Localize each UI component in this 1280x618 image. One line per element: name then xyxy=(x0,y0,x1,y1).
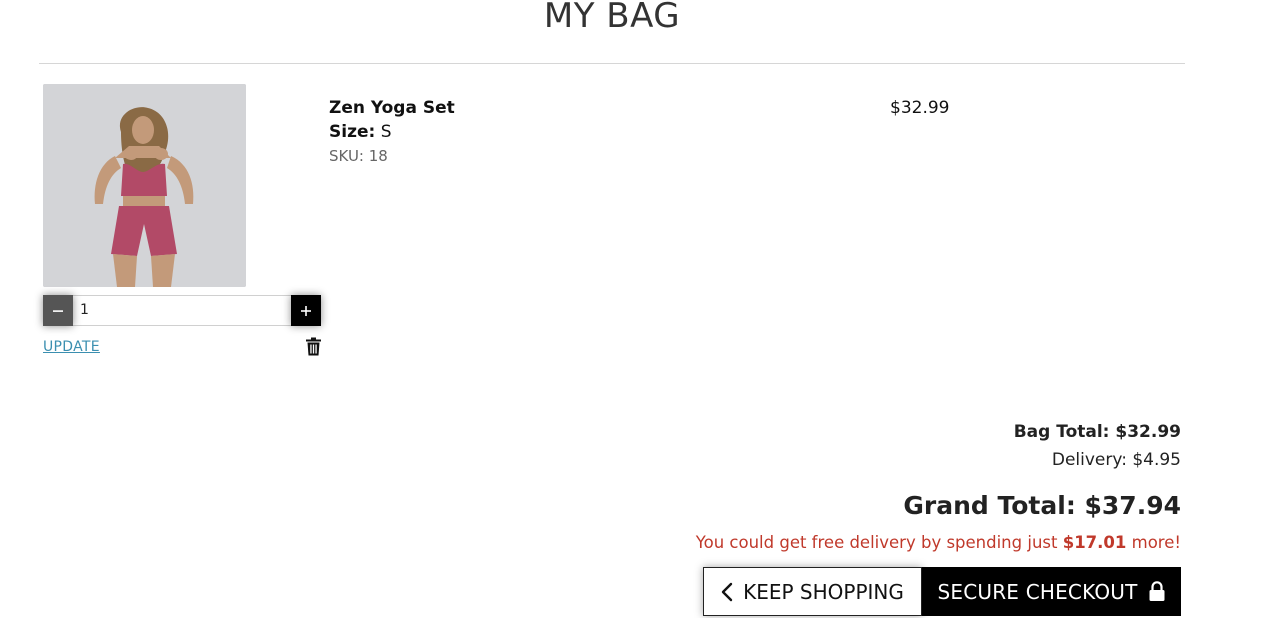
grand-total: Grand Total: $37.94 xyxy=(903,491,1181,520)
product-name: Zen Yoga Set xyxy=(329,98,455,118)
trash-icon xyxy=(306,337,321,356)
free-delivery-amount: $17.01 xyxy=(1062,533,1127,552)
product-size: Size: S xyxy=(329,122,392,142)
quantity-input[interactable] xyxy=(80,302,280,318)
chevron-left-icon xyxy=(721,582,733,601)
remove-item-button[interactable] xyxy=(305,337,322,360)
page-title: MY BAG xyxy=(543,0,681,36)
product-image[interactable] xyxy=(43,84,246,287)
free-delivery-prefix: You could get free delivery by spending … xyxy=(695,533,1063,552)
plus-icon xyxy=(301,305,311,316)
title-divider xyxy=(39,63,1185,64)
update-link[interactable]: UPDATE xyxy=(43,339,100,355)
keep-shopping-button[interactable]: KEEP SHOPPING xyxy=(703,567,922,616)
secure-checkout-button[interactable]: SECURE CHECKOUT xyxy=(922,567,1181,616)
size-label: Size: xyxy=(329,122,376,142)
increment-button[interactable] xyxy=(291,295,321,326)
bag-total: Bag Total: $32.99 xyxy=(1013,422,1181,442)
lock-icon xyxy=(1149,581,1165,601)
decrement-button[interactable] xyxy=(43,295,73,326)
free-delivery-message: You could get free delivery by spending … xyxy=(696,533,1181,552)
product-price: $32.99 xyxy=(890,98,950,118)
free-delivery-suffix: more! xyxy=(1126,533,1181,552)
product-sku: SKU: 18 xyxy=(329,147,388,165)
keep-shopping-label: KEEP SHOPPING xyxy=(743,579,904,604)
delivery-cost: Delivery: $4.95 xyxy=(1051,450,1181,470)
minus-icon xyxy=(53,309,63,312)
quantity-stepper xyxy=(43,295,321,326)
secure-checkout-label: SECURE CHECKOUT xyxy=(937,579,1138,604)
size-value: S xyxy=(380,122,392,142)
